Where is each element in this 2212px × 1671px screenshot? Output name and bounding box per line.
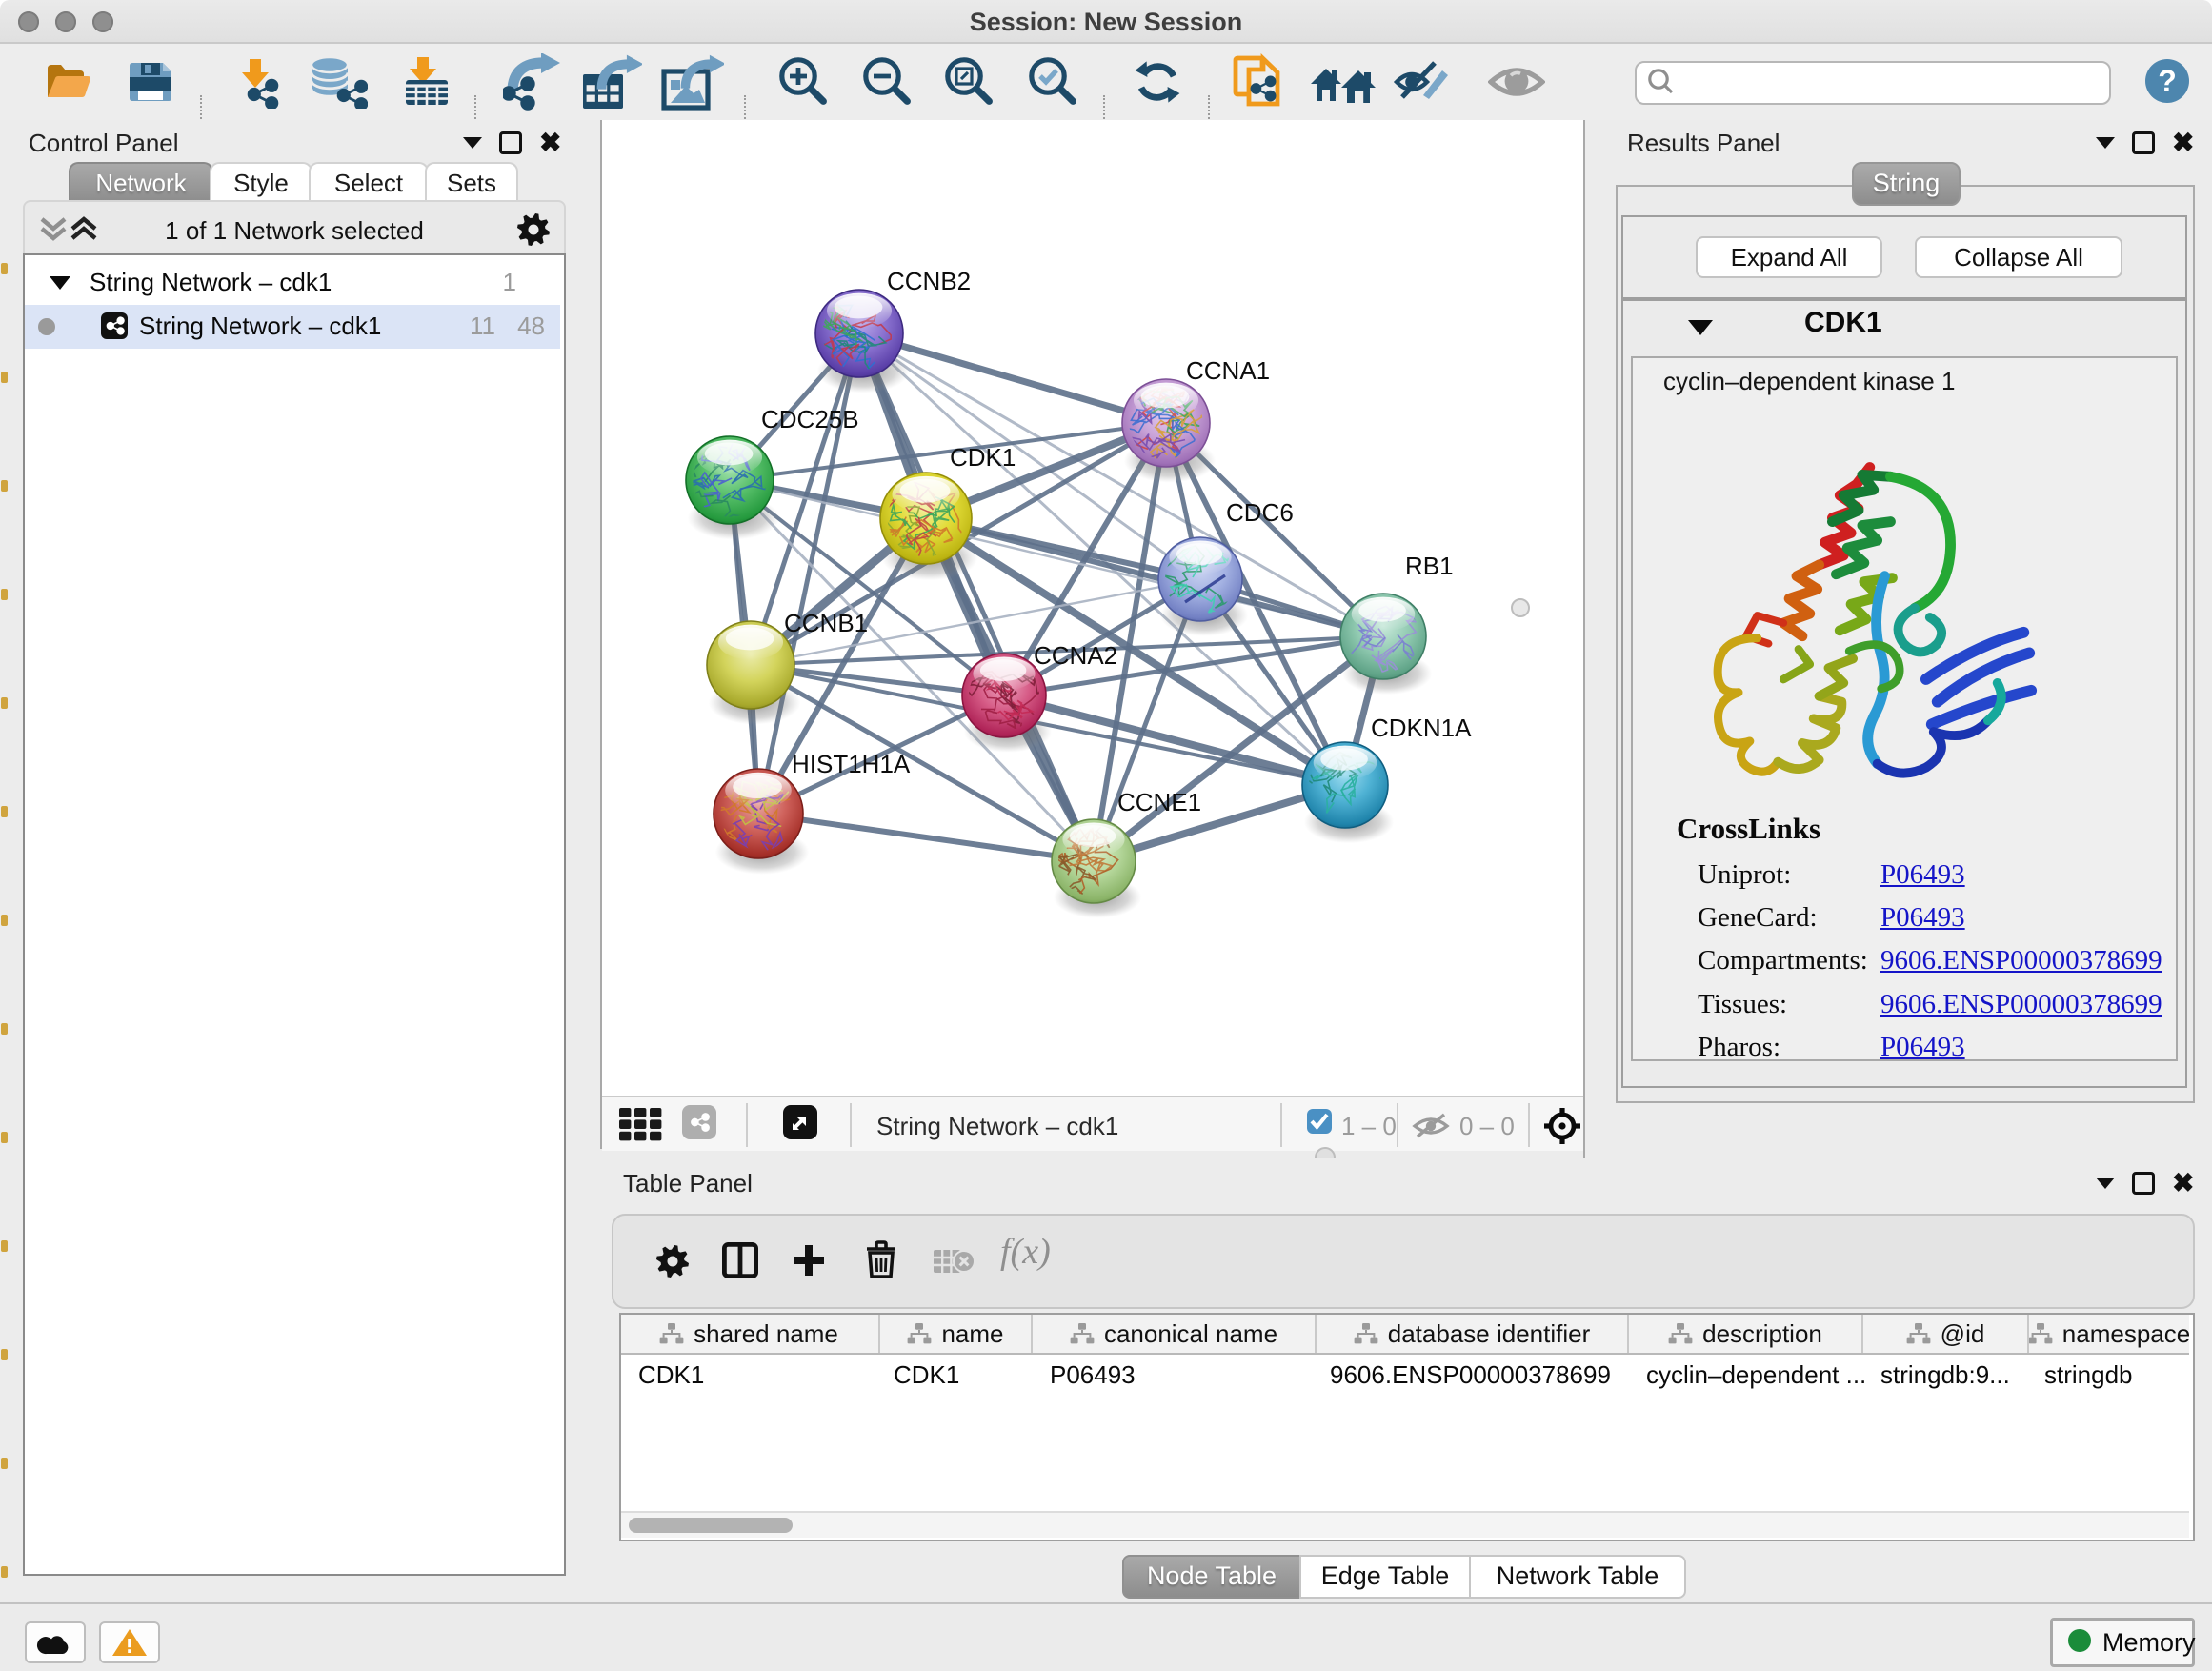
svg-text:CCNB2: CCNB2 [887, 267, 971, 295]
svg-text:HIST1H1A: HIST1H1A [792, 750, 911, 778]
svg-text:CCNE1: CCNE1 [1117, 788, 1201, 816]
svg-text:CDKN1A: CDKN1A [1371, 714, 1472, 742]
svg-text:CDC6: CDC6 [1226, 498, 1294, 527]
svg-text:CDK1: CDK1 [950, 443, 1016, 472]
svg-text:CCNA2: CCNA2 [1034, 641, 1117, 670]
svg-text:CDC25B: CDC25B [761, 405, 859, 433]
svg-text:RB1: RB1 [1405, 552, 1454, 580]
svg-text:CCNA1: CCNA1 [1186, 356, 1270, 385]
svg-text:CCNB1: CCNB1 [784, 609, 868, 637]
